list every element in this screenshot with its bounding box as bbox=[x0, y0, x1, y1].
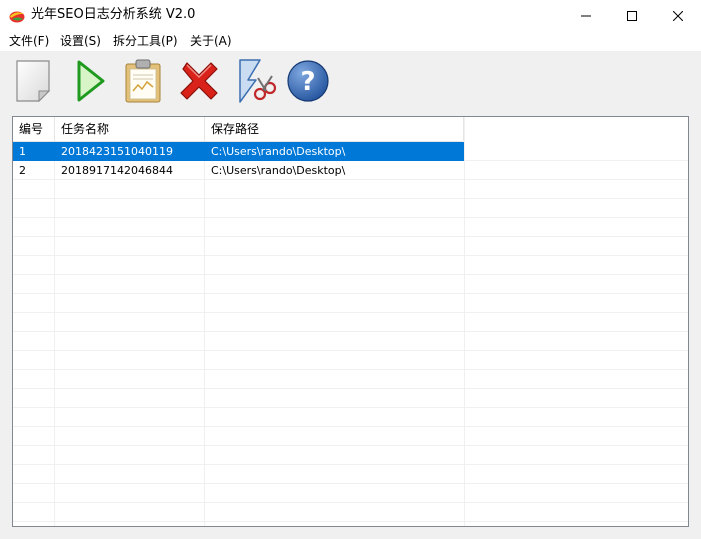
column-header-task-name[interactable]: 任务名称 bbox=[55, 117, 204, 141]
minimize-icon bbox=[581, 15, 591, 16]
grid-row-line bbox=[13, 236, 688, 237]
task-list[interactable]: 编号 任务名称 保存路径 1 2018423151040119 C:\Users… bbox=[12, 116, 689, 527]
table-row[interactable]: 1 2018423151040119 C:\Users\rando\Deskto… bbox=[13, 142, 464, 161]
delete-button[interactable] bbox=[176, 57, 222, 105]
toolbar: ? bbox=[0, 51, 701, 113]
grid-row-line bbox=[13, 464, 688, 465]
grid-row-line bbox=[13, 521, 688, 522]
grid-row-line bbox=[13, 407, 688, 408]
task-path: C:\Users\rando\Desktop\ bbox=[211, 164, 346, 177]
start-icon bbox=[77, 60, 105, 102]
column-header-save-path[interactable]: 保存路径 bbox=[205, 117, 464, 141]
header-divider[interactable] bbox=[463, 117, 464, 141]
grid-row-line bbox=[13, 217, 688, 218]
menu-bar: 文件(F) 设置(S) 拆分工具(P) 关于(A) bbox=[0, 31, 701, 51]
menu-about[interactable]: 关于(A) bbox=[189, 33, 233, 49]
new-task-icon bbox=[16, 60, 51, 103]
task-name: 2018423151040119 bbox=[61, 145, 173, 158]
report-icon bbox=[125, 59, 161, 103]
split-tool-button[interactable] bbox=[232, 57, 278, 105]
report-button[interactable] bbox=[120, 57, 166, 105]
maximize-button[interactable] bbox=[609, 0, 655, 31]
start-button[interactable] bbox=[67, 57, 113, 105]
minimize-button[interactable] bbox=[563, 0, 609, 31]
app-logo-icon bbox=[9, 11, 25, 23]
table-row[interactable]: 2 2018917142046844 C:\Users\rando\Deskto… bbox=[13, 161, 464, 180]
list-header: 编号 任务名称 保存路径 bbox=[13, 117, 464, 142]
task-id: 1 bbox=[19, 145, 26, 158]
grid-row-line bbox=[13, 388, 688, 389]
grid-row-line bbox=[13, 293, 688, 294]
grid-row-line bbox=[13, 502, 688, 503]
menu-settings[interactable]: 设置(S) bbox=[59, 33, 102, 49]
grid-row-line bbox=[13, 198, 688, 199]
grid-row-line bbox=[13, 331, 688, 332]
task-name: 2018917142046844 bbox=[61, 164, 173, 177]
grid-row-line bbox=[13, 445, 688, 446]
window-title: 光年SEO日志分析系统 V2.0 bbox=[31, 7, 196, 22]
column-header-id[interactable]: 编号 bbox=[13, 117, 54, 141]
grid-row-line bbox=[13, 483, 688, 484]
grid-row-line bbox=[13, 350, 688, 351]
menu-file[interactable]: 文件(F) bbox=[8, 33, 50, 49]
split-tool-icon bbox=[239, 59, 276, 103]
new-task-button[interactable] bbox=[10, 57, 56, 105]
title-bar: 光年SEO日志分析系统 V2.0 bbox=[0, 0, 701, 31]
help-button[interactable]: ? bbox=[285, 57, 331, 105]
close-icon bbox=[673, 10, 683, 21]
maximize-icon bbox=[627, 10, 637, 21]
menu-split-tools[interactable]: 拆分工具(P) bbox=[112, 33, 179, 49]
grid-row-line bbox=[13, 426, 688, 427]
grid-row-line bbox=[13, 274, 688, 275]
delete-icon bbox=[180, 62, 218, 100]
task-path: C:\Users\rando\Desktop\ bbox=[211, 145, 346, 158]
grid-row-line bbox=[13, 369, 688, 370]
grid-row-line bbox=[13, 312, 688, 313]
grid-row-line bbox=[13, 255, 688, 256]
svg-text:?: ? bbox=[300, 67, 315, 97]
task-id: 2 bbox=[19, 164, 26, 177]
help-icon: ? bbox=[287, 60, 329, 102]
close-button[interactable] bbox=[655, 0, 701, 31]
